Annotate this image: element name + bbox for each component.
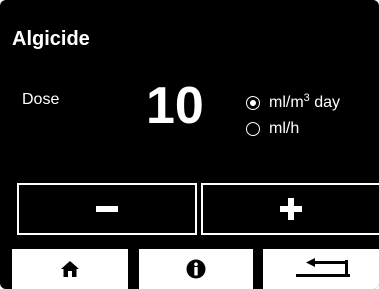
home-button[interactable] bbox=[12, 249, 128, 289]
unit-option-ml-m3-day[interactable]: ml/m3 day bbox=[246, 90, 340, 116]
minus-icon bbox=[96, 206, 118, 212]
unit-label-ml-m3-day: ml/m3 day bbox=[269, 92, 341, 111]
decrease-dose-button[interactable] bbox=[17, 183, 197, 235]
page-title: Algicide bbox=[12, 28, 90, 50]
plus-icon bbox=[280, 198, 302, 220]
info-icon bbox=[186, 259, 206, 279]
home-icon bbox=[61, 261, 79, 277]
back-button[interactable] bbox=[263, 249, 379, 289]
unit-selector: ml/m3 day ml/h bbox=[246, 90, 340, 142]
increase-dose-button[interactable] bbox=[201, 183, 379, 235]
dose-label: Dose bbox=[22, 91, 60, 108]
unit-label-ml-h: ml/h bbox=[269, 120, 300, 137]
return-arrow-icon bbox=[296, 258, 350, 277]
device-screen: Algicide Dose 10 ml/m3 day ml/h bbox=[0, 0, 379, 289]
radio-selected-icon[interactable] bbox=[246, 96, 260, 110]
info-button[interactable] bbox=[139, 249, 253, 289]
unit-option-ml-h[interactable]: ml/h bbox=[246, 116, 340, 142]
radio-unselected-icon[interactable] bbox=[246, 122, 260, 136]
dose-value: 10 bbox=[146, 77, 204, 135]
